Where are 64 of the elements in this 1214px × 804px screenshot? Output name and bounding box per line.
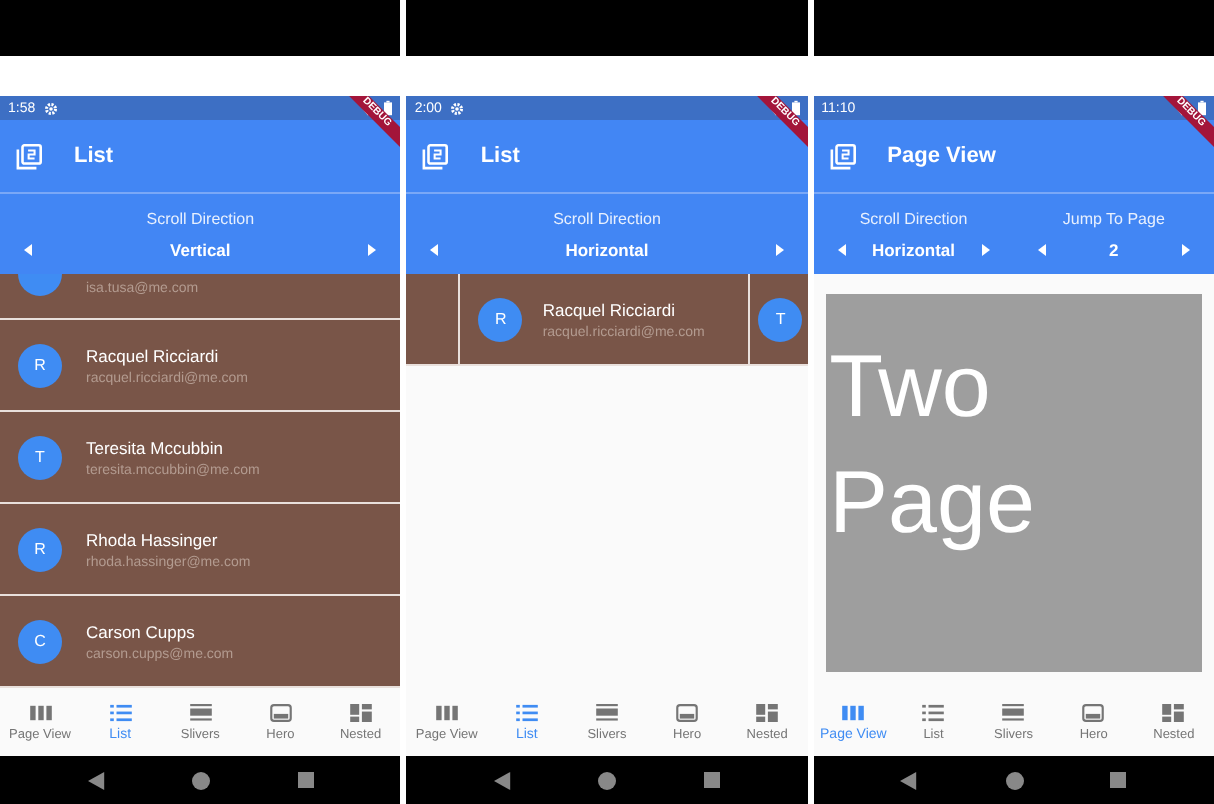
app-bar-title: Page View: [887, 144, 996, 168]
battery-icon: [791, 100, 800, 116]
control-label: Scroll Direction: [146, 209, 255, 227]
gear-icon: [43, 101, 58, 115]
grid-icon: [349, 704, 372, 722]
list-icon: [922, 704, 945, 722]
control-value: Vertical: [170, 239, 231, 259]
back-icon[interactable]: [900, 771, 919, 789]
library-icon: [16, 143, 42, 169]
app-bar-title: List: [480, 144, 520, 168]
page-text: Two Page: [829, 336, 1037, 556]
columns-icon: [842, 704, 865, 722]
rows-icon: [1002, 704, 1025, 722]
image-frame-icon: [1082, 704, 1105, 722]
recents-icon[interactable]: [1110, 772, 1127, 788]
control-label: Scroll Direction: [553, 209, 661, 227]
battery-icon: [384, 100, 393, 116]
avatar: T: [758, 297, 803, 341]
caret-right-icon[interactable]: [981, 243, 990, 255]
recents-icon[interactable]: [704, 772, 721, 788]
caret-right-icon[interactable]: [368, 243, 377, 255]
library-icon: [422, 143, 449, 169]
recents-icon[interactable]: [297, 772, 314, 788]
columns-icon: [435, 704, 458, 722]
avatar: C: [18, 619, 62, 663]
list-icon: [109, 704, 132, 722]
caret-left-icon[interactable]: [837, 243, 846, 255]
battery-icon: [1197, 100, 1206, 116]
contact-name: Racquel Ricciardi: [542, 299, 677, 319]
image-frame-icon: [676, 704, 699, 722]
control-value: 2: [1109, 239, 1119, 259]
caret-right-icon[interactable]: [1182, 243, 1190, 255]
app-bar-title: List: [74, 144, 114, 168]
library-icon: [829, 143, 856, 169]
control-label: Jump To Page: [1062, 209, 1165, 227]
back-icon[interactable]: [493, 771, 512, 789]
control-label: Scroll Direction: [859, 209, 968, 227]
caret-left-icon[interactable]: [1037, 243, 1046, 255]
back-icon[interactable]: [87, 771, 106, 789]
home-icon[interactable]: [1005, 771, 1024, 789]
columns-icon: [29, 704, 52, 722]
rows-icon: [189, 704, 212, 722]
avatar: R: [18, 527, 62, 571]
contact-name: Rhoda Hassinger: [86, 529, 220, 549]
rows-icon: [595, 704, 618, 722]
caret-right-icon[interactable]: [775, 243, 784, 255]
contact-name: Teresita Mccubbin: [86, 437, 226, 457]
avatar: R: [18, 343, 62, 387]
control-value: Horizontal: [871, 239, 956, 259]
gear-icon: [449, 101, 464, 115]
caret-left-icon[interactable]: [24, 243, 32, 255]
contact-name: Carson Cupps: [86, 621, 197, 641]
control-value: Horizontal: [565, 239, 649, 259]
caret-left-icon[interactable]: [430, 243, 439, 255]
avatar: R: [478, 297, 523, 341]
home-icon[interactable]: [192, 771, 211, 789]
image-frame-icon: [269, 704, 292, 722]
grid-icon: [756, 704, 779, 722]
contact-name: Racquel Ricciardi: [86, 345, 221, 365]
list-item[interactable]: T: [748, 274, 808, 364]
grid-icon: [1162, 704, 1185, 722]
home-icon[interactable]: [598, 771, 617, 789]
list-icon: [515, 704, 538, 722]
avatar: T: [18, 435, 62, 479]
